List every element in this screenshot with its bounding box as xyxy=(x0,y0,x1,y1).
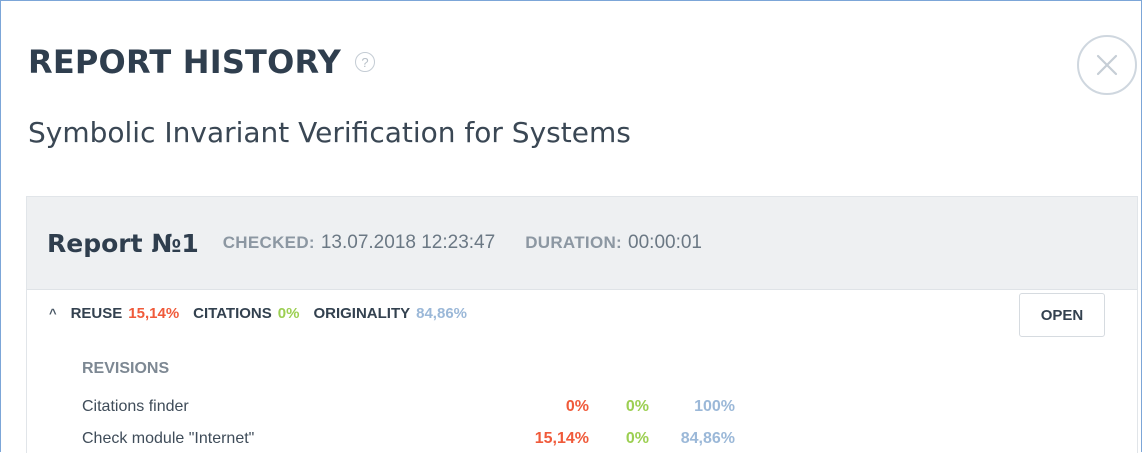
question-circle-icon[interactable]: ? xyxy=(354,52,375,72)
document-title: Symbolic Invariant Verification for Syst… xyxy=(28,116,631,149)
close-button[interactable] xyxy=(1077,35,1137,95)
close-x-icon xyxy=(1096,54,1118,76)
revision-name: Check module "Internet" xyxy=(82,430,255,447)
report-name: Report №1 xyxy=(47,228,199,258)
open-report-button[interactable]: OPEN xyxy=(1019,293,1105,337)
revision-originality: 100% xyxy=(694,398,735,415)
citations-label: CITATIONS xyxy=(193,305,272,322)
duration-label: DURATION: xyxy=(525,233,623,252)
revision-citations: 0% xyxy=(625,430,649,447)
revision-row: Citations finder 0% 0% 100% xyxy=(82,398,782,420)
checked-label: CHECKED: xyxy=(222,233,315,252)
report-history-dialog: REPORT HISTORY ? Symbolic Invariant Veri… xyxy=(0,0,1142,453)
revision-row: Check module "Internet" 15,14% 0% 84,86% xyxy=(82,430,782,452)
dialog-title: REPORT HISTORY xyxy=(28,43,341,81)
revision-reuse: 0% xyxy=(565,398,589,415)
checked-value: 13.07.2018 12:23:47 xyxy=(320,232,496,253)
report-card: Report №1 CHECKED: 13.07.2018 12:23:47 D… xyxy=(26,196,1138,453)
revisions-heading: REVISIONS xyxy=(82,360,170,377)
originality-label: ORIGINALITY xyxy=(313,305,411,322)
duration-value: 00:00:01 xyxy=(628,232,702,253)
reuse-value: 15,14% xyxy=(128,305,180,322)
revision-reuse: 15,14% xyxy=(534,430,589,447)
originality-value: 84,86% xyxy=(416,305,467,322)
revision-citations: 0% xyxy=(625,398,649,415)
title-row: REPORT HISTORY ? xyxy=(28,43,375,81)
report-summary-row: ^ REUSE 15,14% CITATIONS 0% ORIGINALITY … xyxy=(49,305,481,322)
report-header: Report №1 CHECKED: 13.07.2018 12:23:47 D… xyxy=(27,197,1137,290)
citations-value: 0% xyxy=(277,305,300,322)
revision-originality: 84,86% xyxy=(680,430,735,447)
collapse-caret-icon[interactable]: ^ xyxy=(49,306,57,321)
reuse-label: REUSE xyxy=(70,305,123,322)
revision-name: Citations finder xyxy=(82,398,189,415)
